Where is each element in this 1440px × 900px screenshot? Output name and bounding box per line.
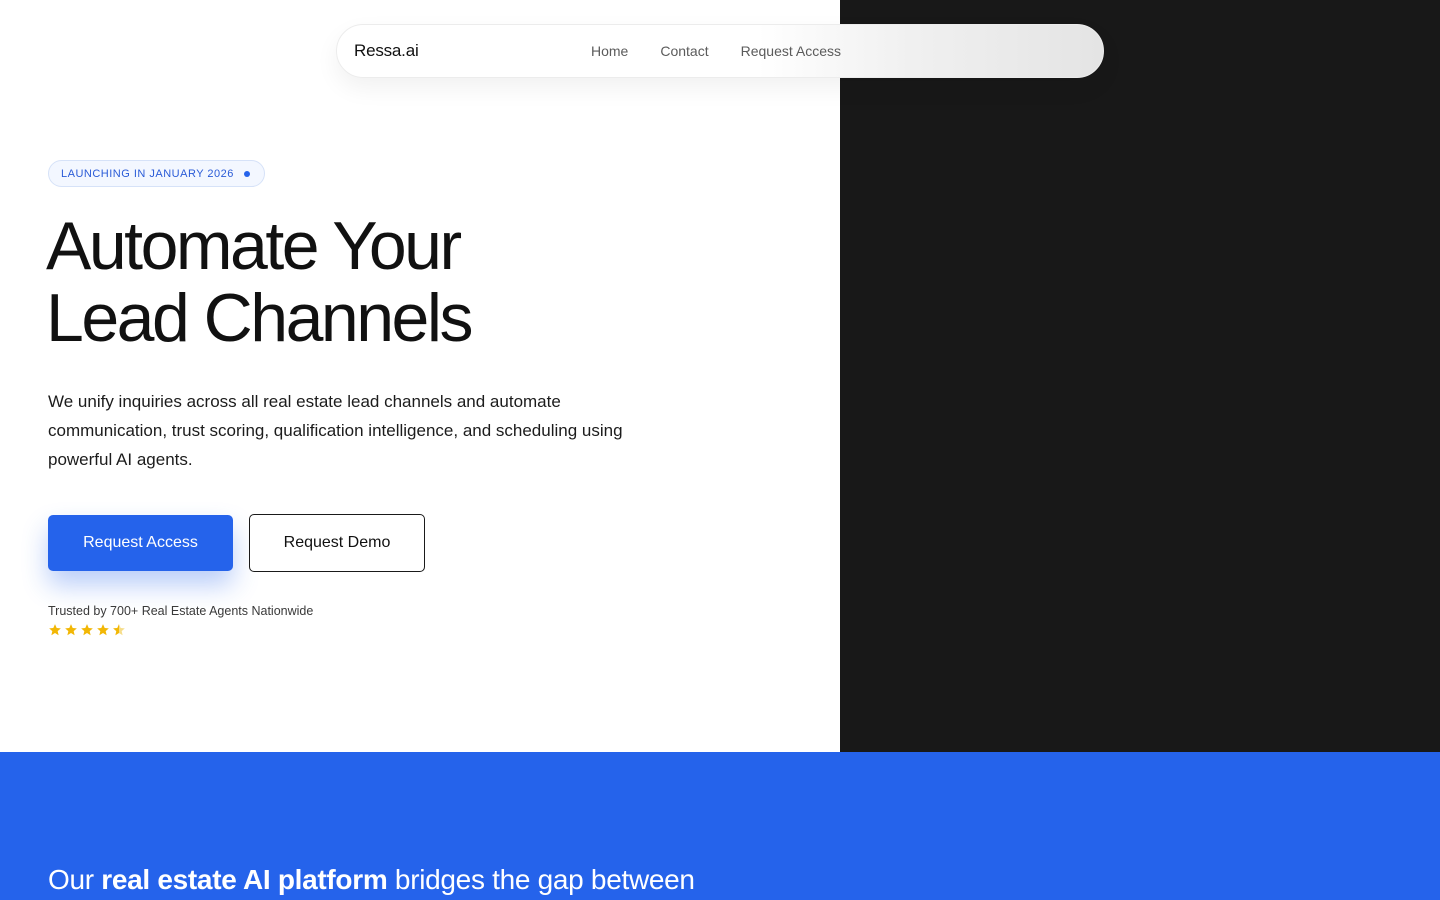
dot-icon — [243, 170, 250, 177]
platform-intro-lead: Our — [48, 864, 102, 895]
platform-intro: Our real estate AI platform bridges the … — [48, 864, 695, 896]
hero-headline: Automate Your Lead Channels — [46, 210, 746, 354]
nav-link-home[interactable]: Home — [591, 43, 628, 59]
star-icon — [49, 624, 61, 636]
request-demo-button[interactable]: Request Demo — [249, 514, 425, 572]
trusted-text: Trusted by 700+ Real Estate Agents Natio… — [48, 604, 314, 618]
launch-badge: LAUNCHING IN JANUARY 2026 — [48, 160, 265, 187]
hero-left-panel — [0, 0, 840, 752]
page: Ressa.ai Home Contact Request Access LAU… — [0, 0, 1440, 900]
star-icon — [97, 624, 109, 636]
request-access-button[interactable]: Request Access — [48, 515, 233, 571]
platform-section: Our real estate AI platform bridges the … — [0, 752, 1440, 900]
brand-logo[interactable]: Ressa.ai — [354, 41, 419, 61]
rating-stars — [48, 623, 126, 637]
headline-line-1: Automate Your — [46, 208, 462, 284]
nav-link-request-access[interactable]: Request Access — [741, 43, 841, 59]
star-icon — [65, 624, 77, 636]
headline-line-2: Lead Channels — [46, 280, 473, 356]
navbar: Ressa.ai Home Contact Request Access — [336, 24, 1104, 78]
nav-links: Home Contact Request Access — [591, 43, 841, 59]
launch-badge-text: LAUNCHING IN JANUARY 2026 — [61, 167, 234, 180]
hero-media-panel — [840, 0, 1440, 752]
hero-subtext: We unify inquiries across all real estat… — [48, 392, 623, 469]
platform-intro-emphasis: real estate AI platform — [101, 864, 388, 895]
nav-link-contact[interactable]: Contact — [660, 43, 708, 59]
hero-section: Ressa.ai Home Contact Request Access LAU… — [0, 0, 1440, 752]
star-icon — [81, 624, 93, 636]
platform-intro-tail: bridges the gap between — [387, 864, 695, 895]
star-half-icon — [113, 624, 125, 636]
